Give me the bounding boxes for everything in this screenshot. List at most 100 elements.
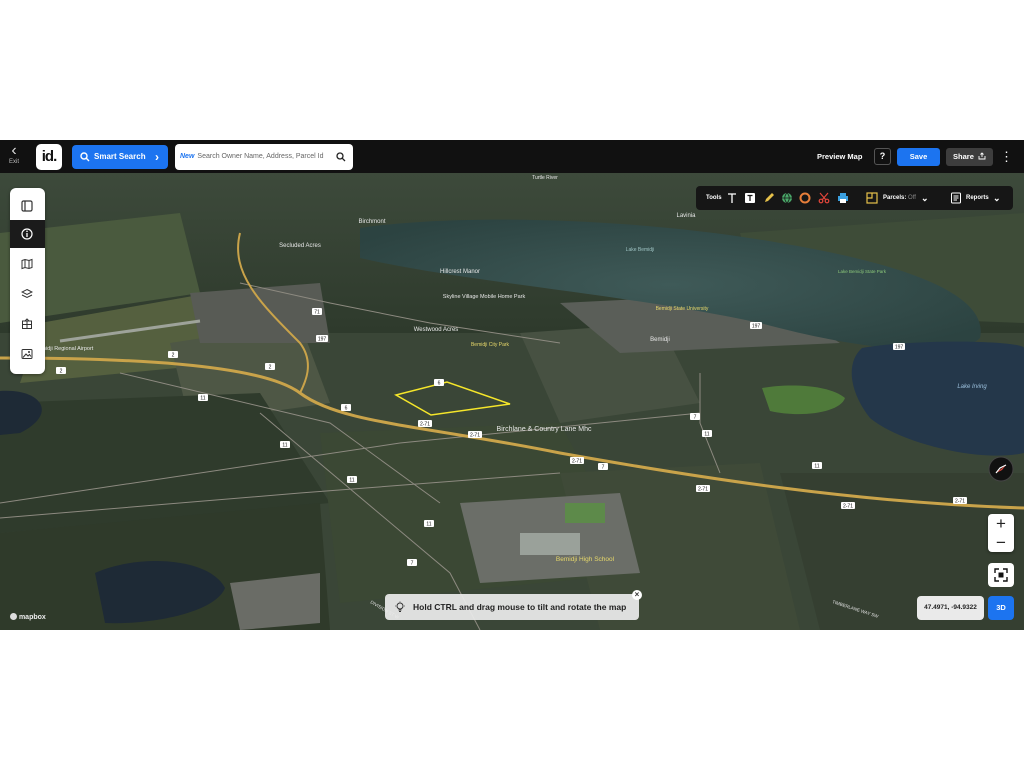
svg-text:11: 11 bbox=[426, 522, 431, 528]
road-shield: 11 bbox=[812, 462, 822, 470]
image-icon bbox=[21, 349, 33, 359]
smart-search-label: Smart Search bbox=[94, 152, 146, 161]
help-button[interactable]: ? bbox=[874, 148, 891, 165]
road-shield: 2 bbox=[168, 351, 178, 359]
road-shield: 2-71 bbox=[696, 485, 710, 493]
road-shield: 2-71 bbox=[953, 497, 967, 505]
pencil-icon[interactable] bbox=[763, 192, 775, 204]
svg-text:6: 6 bbox=[438, 381, 441, 387]
satellite-map[interactable]: 2 2 2 2-71 2-71 2-71 2-71 2-71 2-71 11 1… bbox=[0, 173, 1024, 630]
info-button[interactable] bbox=[10, 220, 45, 248]
park-label: Lake Bemidji State Park bbox=[838, 269, 887, 274]
logo[interactable]: id. bbox=[36, 144, 62, 170]
share-button[interactable]: Share bbox=[946, 148, 993, 166]
road-shield: 197 bbox=[316, 335, 328, 343]
tool-palette: Tools Parcels: Off ⌄ Reports ⌄ bbox=[696, 186, 1013, 210]
svg-text:197: 197 bbox=[752, 324, 761, 330]
search-input[interactable]: New Search Owner Name, Address, Parcel Id bbox=[175, 144, 353, 170]
town-area bbox=[190, 283, 330, 343]
search-icon[interactable] bbox=[336, 152, 346, 162]
new-badge: New bbox=[180, 153, 195, 160]
compass-button[interactable] bbox=[988, 456, 1014, 482]
svg-text:6: 6 bbox=[345, 406, 348, 412]
fullscreen-icon bbox=[994, 568, 1008, 582]
reports-button[interactable]: Reports bbox=[966, 186, 989, 210]
place-label: Birchmont bbox=[358, 219, 385, 225]
school-building bbox=[520, 533, 580, 555]
panel-button[interactable] bbox=[10, 192, 45, 220]
parcels-state: Off bbox=[908, 195, 916, 201]
road-shield: 2-71 bbox=[841, 502, 855, 510]
view-mode-button[interactable]: 3D bbox=[988, 596, 1014, 620]
save-button[interactable]: Save bbox=[897, 148, 940, 166]
circle-icon[interactable] bbox=[799, 192, 811, 204]
road-shield: 2 bbox=[56, 367, 66, 375]
image-button[interactable] bbox=[10, 340, 45, 368]
road-shield: 11 bbox=[347, 476, 357, 484]
place-label: Bemidji State University bbox=[656, 306, 709, 312]
lake-label: Lake Irving bbox=[957, 384, 987, 390]
road-shield: 11 bbox=[280, 441, 290, 449]
grid-icon bbox=[22, 318, 32, 329]
close-icon[interactable]: × bbox=[632, 590, 642, 600]
chevron-down-icon[interactable]: ⌄ bbox=[921, 186, 929, 210]
svg-text:2: 2 bbox=[60, 369, 63, 375]
industrial-area bbox=[230, 573, 320, 630]
map-button[interactable] bbox=[10, 250, 45, 278]
info-icon bbox=[21, 228, 33, 240]
road-shield: 11 bbox=[198, 394, 208, 402]
zoom-out-button[interactable]: − bbox=[988, 533, 1014, 552]
svg-text:11: 11 bbox=[814, 464, 819, 470]
parcels-toggle[interactable]: Parcels: Off bbox=[883, 186, 916, 210]
chevron-left-icon: ‹ bbox=[11, 142, 17, 159]
zoom-control: + − bbox=[988, 514, 1014, 552]
left-toolbar bbox=[10, 188, 45, 374]
reports-icon[interactable] bbox=[950, 192, 962, 204]
svg-text:197: 197 bbox=[895, 345, 904, 351]
parcel-icon[interactable] bbox=[866, 192, 878, 204]
road-shield: 11 bbox=[702, 430, 712, 438]
smart-search-button[interactable]: Smart Search › bbox=[72, 145, 168, 169]
svg-text:7: 7 bbox=[411, 561, 414, 567]
chevron-down-icon[interactable]: ⌄ bbox=[993, 186, 1001, 210]
grid-button[interactable] bbox=[10, 310, 45, 338]
road-shield: 2-71 bbox=[418, 420, 432, 428]
print-icon[interactable] bbox=[837, 192, 849, 204]
road-shield: 6 bbox=[434, 379, 444, 387]
place-label: Birchlane & Country Lane Mhc bbox=[497, 426, 592, 433]
fullscreen-button[interactable] bbox=[988, 563, 1014, 587]
more-menu-icon[interactable]: ⋮ bbox=[1000, 140, 1013, 173]
road-shield: 2-71 bbox=[468, 431, 482, 439]
text-icon[interactable] bbox=[726, 192, 738, 204]
mapbox-attribution[interactable]: mapbox bbox=[10, 613, 46, 621]
exit-button[interactable]: ‹ Exit bbox=[4, 142, 24, 170]
svg-text:11: 11 bbox=[282, 443, 287, 449]
chevron-right-icon: › bbox=[155, 150, 159, 164]
text-box-icon[interactable] bbox=[744, 192, 756, 204]
globe-icon[interactable] bbox=[781, 192, 793, 204]
svg-text:7: 7 bbox=[694, 415, 697, 421]
road-shield: 7 bbox=[690, 413, 700, 421]
lake-label: Lake Bemidji bbox=[626, 247, 655, 253]
road-shield: 2-71 bbox=[570, 457, 584, 465]
road-shield: 71 bbox=[312, 308, 322, 316]
svg-text:2-71: 2-71 bbox=[955, 499, 965, 505]
tools-label: Tools bbox=[706, 195, 722, 201]
share-icon bbox=[978, 152, 986, 160]
poi-label: Bemidji High School bbox=[556, 556, 615, 563]
road-shield: 6 bbox=[341, 404, 351, 412]
scissors-icon[interactable] bbox=[818, 192, 830, 204]
sports-field bbox=[565, 503, 605, 523]
coordinates-readout: 47.4971, -94.9322 bbox=[917, 596, 984, 620]
lightbulb-icon bbox=[395, 601, 405, 612]
place-label: Secluded Acres bbox=[279, 243, 321, 249]
preview-map-button[interactable]: Preview Map bbox=[817, 140, 862, 173]
zoom-in-button[interactable]: + bbox=[988, 514, 1014, 533]
road-shield: 7 bbox=[598, 463, 608, 471]
parcels-label: Parcels: bbox=[883, 195, 907, 201]
map-canvas[interactable]: 2 2 2 2-71 2-71 2-71 2-71 2-71 2-71 11 1… bbox=[0, 173, 1024, 630]
place-label: Lavinia bbox=[676, 213, 696, 219]
layers-icon bbox=[21, 288, 33, 299]
road-shield: 7 bbox=[407, 559, 417, 567]
layers-button[interactable] bbox=[10, 280, 45, 308]
